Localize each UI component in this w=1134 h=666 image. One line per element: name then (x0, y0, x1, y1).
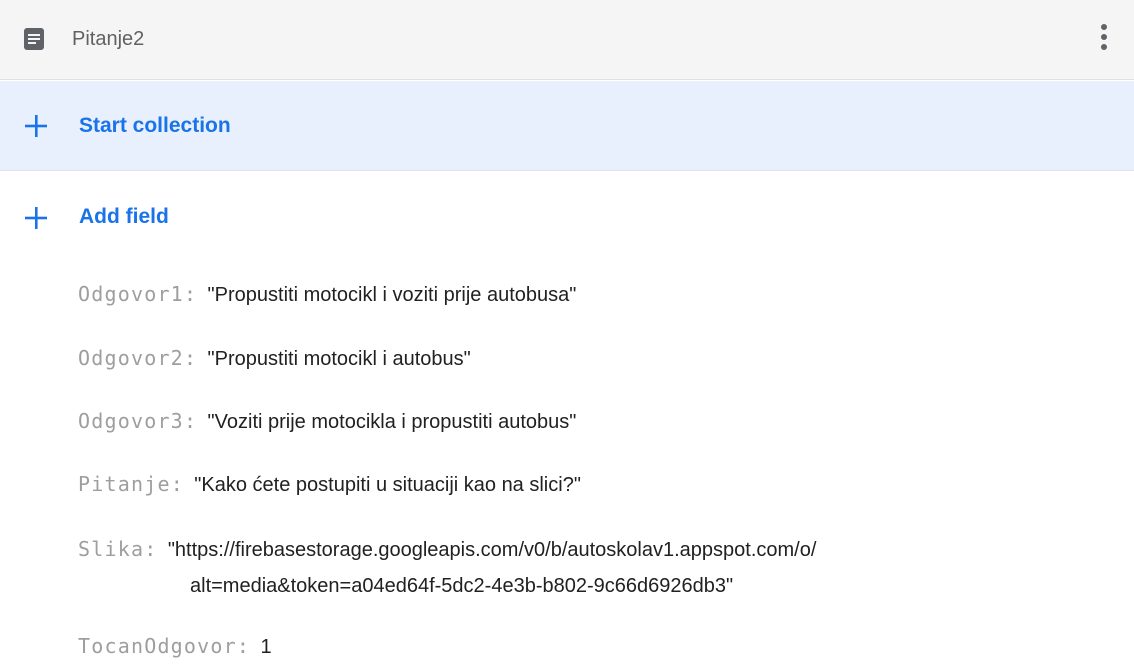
field-row-odgovor2[interactable]: Odgovor2: "Propustiti motocikl i autobus… (78, 345, 471, 372)
field-row-slika[interactable]: Slika: "https://firebasestorage.googleap… (78, 536, 816, 563)
field-key: Odgovor3 (78, 409, 184, 433)
start-collection-label: Start collection (79, 114, 231, 137)
field-value: "Voziti prije motocikla i propustiti aut… (207, 411, 577, 433)
field-value: "Propustiti motocikl i autobus" (207, 348, 471, 370)
document-icon (24, 28, 44, 50)
field-value-continuation: alt=media&token=a04ed64f-5dc2-4e3b-b802-… (190, 573, 733, 599)
field-row-pitanje[interactable]: Pitanje: "Kako ćete postupiti u situacij… (78, 471, 581, 498)
field-row-odgovor3[interactable]: Odgovor3: "Voziti prije motocikla i prop… (78, 408, 576, 435)
field-colon: : (170, 472, 183, 496)
field-row-odgovor1[interactable]: Odgovor1: "Propustiti motocikl i voziti … (78, 281, 576, 308)
field-colon: : (236, 634, 249, 658)
field-row-tocanodgovor[interactable]: TocanOdgovor: 1 (78, 633, 272, 660)
field-value: "Propustiti motocikl i voziti prije auto… (207, 284, 577, 306)
field-value: 1 (260, 636, 272, 658)
field-key: Slika (78, 537, 145, 561)
document-header: Pitanje2 (0, 0, 1134, 80)
field-key: TocanOdgovor (78, 634, 237, 658)
add-field-label: Add field (79, 205, 169, 228)
field-colon: : (183, 409, 196, 433)
field-value: "Kako ćete postupiti u situaciji kao na … (194, 474, 581, 496)
field-colon: : (144, 537, 157, 561)
field-colon: : (183, 282, 196, 306)
field-key: Pitanje (78, 472, 171, 496)
add-field-button[interactable]: Add field (0, 192, 300, 240)
field-value: "https://firebasestorage.googleapis.com/… (167, 539, 817, 561)
field-key: Odgovor2 (78, 346, 184, 370)
plus-icon (25, 115, 47, 137)
field-key: Odgovor1 (78, 282, 184, 306)
start-collection-button[interactable]: Start collection (0, 81, 1134, 171)
plus-icon (25, 207, 47, 229)
more-vert-icon[interactable] (1094, 20, 1114, 54)
document-title: Pitanje2 (72, 28, 145, 50)
field-colon: : (183, 346, 196, 370)
field-value: alt=media&token=a04ed64f-5dc2-4e3b-b802-… (190, 575, 734, 597)
